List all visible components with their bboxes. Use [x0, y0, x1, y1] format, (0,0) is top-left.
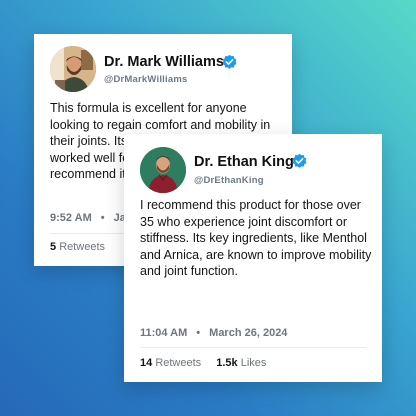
likes-label: Likes — [240, 357, 267, 369]
retweets-count: 5 — [50, 241, 57, 253]
tweet-date: March 26, 2024 — [209, 327, 288, 339]
avatar[interactable] — [140, 147, 186, 193]
retweets-label: Retweets — [59, 241, 106, 253]
separator-dot: • — [196, 327, 201, 339]
tweet-time: 11:04 AM — [140, 327, 188, 339]
likes-count: 1.5k — [216, 357, 238, 369]
user-handle[interactable]: @DrMarkWilliams — [104, 74, 187, 85]
retweets-stat[interactable]: 5 Retweets — [50, 241, 105, 253]
tweet-text: I recommend this product for those over … — [140, 198, 372, 278]
likes-stat[interactable]: 1.5k Likes — [216, 357, 266, 369]
retweets-count: 14 — [140, 357, 153, 369]
user-handle[interactable]: @DrEthanKing — [194, 175, 264, 186]
tweet-timestamp: 11:04 AM • March 26, 2024 — [140, 327, 287, 339]
profile-photo-bearded-man-icon — [50, 46, 96, 92]
profile-photo-man-red-shirt-icon — [140, 147, 186, 193]
verified-badge-icon — [222, 54, 237, 69]
verified-badge-icon — [292, 153, 307, 168]
tweet-card-ethan-king[interactable]: Dr. Ethan King @DrEthanKing I recommend … — [124, 134, 382, 382]
divider — [140, 347, 366, 348]
tweet-stats: 5 Retweets — [50, 241, 117, 253]
tweet-timestamp: 9:52 AM • Ja — [50, 212, 126, 224]
separator-dot: • — [100, 212, 105, 224]
display-name[interactable]: Dr. Mark Williams — [104, 54, 224, 70]
avatar[interactable] — [50, 46, 96, 92]
retweets-label: Retweets — [155, 357, 202, 369]
tweet-stats: 14 Retweets 1.5k Likes — [140, 357, 278, 369]
retweets-stat[interactable]: 14 Retweets — [140, 357, 201, 369]
display-name[interactable]: Dr. Ethan King — [194, 154, 294, 170]
tweet-time: 9:52 AM — [50, 212, 92, 224]
